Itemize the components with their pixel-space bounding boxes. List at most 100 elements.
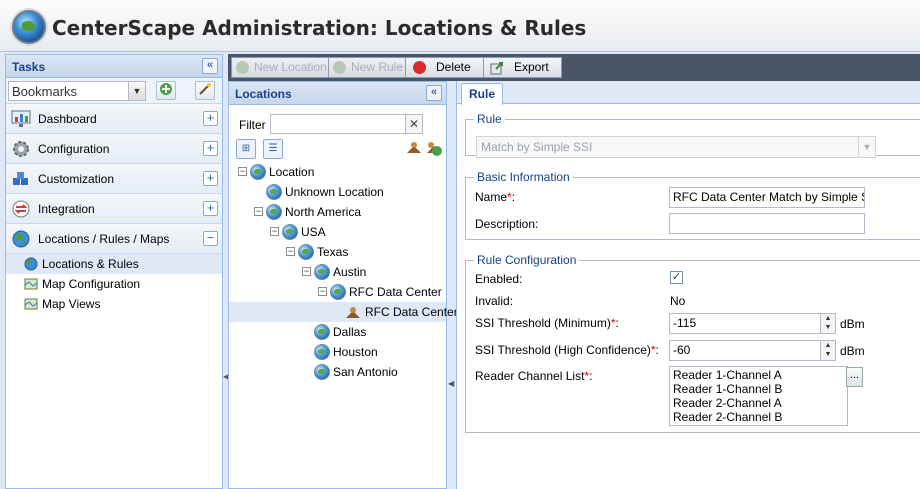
required-marker: * (584, 369, 590, 383)
reader-icon[interactable] (405, 139, 423, 157)
rule-type-value: Match by Simple SSI (481, 140, 593, 154)
list-item[interactable]: Reader 1-Channel A (673, 368, 844, 382)
tab-rule[interactable]: Rule (461, 83, 503, 105)
chevron-left-icon: ◀ (448, 379, 455, 388)
expand-all-button[interactable]: ⊞ (236, 139, 256, 159)
section-customization[interactable]: Customization + (6, 164, 222, 194)
enabled-checkbox[interactable]: ✓ (670, 271, 683, 284)
section-label: Configuration (38, 142, 110, 156)
blocks-icon (13, 172, 28, 185)
collapse-node-icon[interactable]: − (254, 207, 263, 216)
export-button[interactable]: Export (483, 57, 562, 78)
collapse-locations-section-button[interactable]: − (203, 231, 218, 246)
collapse-node-icon[interactable]: − (302, 267, 311, 276)
tree-node-unknown-location[interactable]: Unknown Location (229, 182, 446, 202)
enabled-label: Enabled: (475, 272, 523, 286)
collapse-node-icon[interactable]: − (238, 167, 247, 176)
delete-button[interactable]: Delete (405, 57, 484, 78)
new-location-button[interactable]: New Location (231, 57, 336, 78)
browse-channels-button[interactable]: ... (846, 367, 863, 387)
tree-node-label: Austin (333, 265, 367, 279)
reader-channel-list[interactable]: Reader 1-Channel A Reader 1-Channel B Re… (669, 366, 848, 426)
tree-node-san-antonio[interactable]: San Antonio (229, 362, 446, 382)
expand-integration-button[interactable]: + (203, 201, 218, 216)
wand-icon (199, 83, 211, 95)
nav-locations-rules[interactable]: Locations & Rules (6, 254, 222, 274)
ssi-min-field[interactable]: -115 (669, 313, 825, 334)
tree-node-rfc-data-center-rule[interactable]: RFC Data Center (229, 302, 458, 322)
reader-group-icon[interactable] (425, 139, 443, 157)
tree-node-label: USA (301, 225, 326, 239)
tree-node-label: Texas (317, 245, 349, 259)
ssi-high-label-text: SSI Threshold (High Confidence) (475, 343, 651, 357)
add-icon (160, 83, 172, 95)
collapse-node-icon[interactable]: − (318, 287, 327, 296)
tree-node-rfc-data-center[interactable]: − RFC Data Center (229, 282, 446, 302)
description-field[interactable] (669, 213, 865, 234)
ssi-high-unit: dBm (840, 344, 865, 358)
tree-node-usa[interactable]: − USA (229, 222, 446, 242)
expand-dashboard-button[interactable]: + (203, 111, 218, 126)
ssi-high-label: SSI Threshold (High Confidence)*: (475, 343, 659, 357)
ssi-high-field[interactable]: -60 (669, 340, 825, 361)
globe-icon (314, 364, 330, 380)
section-locations-rules-maps[interactable]: Locations / Rules / Maps − (6, 224, 222, 254)
main-toolbar: New Location New Rule Delete Export (228, 54, 920, 81)
bookmarks-combo[interactable]: Bookmarks ▼ (8, 81, 146, 101)
expand-configuration-button[interactable]: + (203, 141, 218, 156)
middle-splitter[interactable]: ◀ (447, 81, 456, 489)
globe-icon (12, 230, 30, 248)
ssi-high-spinner[interactable]: ▲ ▼ (820, 340, 836, 361)
tree-node-north-america[interactable]: − North America (229, 202, 446, 222)
title-bar: CenterScape Administration: Locations & … (0, 0, 920, 52)
tree-node-label: North America (285, 205, 362, 219)
description-label: Description: (475, 217, 539, 231)
expand-customization-button[interactable]: + (203, 171, 218, 186)
collapse-all-button[interactable]: ☰ (263, 139, 283, 159)
chevron-down-icon[interactable]: ▼ (128, 82, 145, 100)
section-label: Integration (38, 202, 95, 216)
clear-filter-button[interactable]: ✕ (405, 114, 423, 134)
section-label: Locations / Rules / Maps (38, 232, 170, 246)
ssi-min-spinner[interactable]: ▲ ▼ (820, 313, 836, 334)
list-item[interactable]: Reader 1-Channel B (673, 382, 844, 396)
section-label: Dashboard (38, 112, 97, 126)
nav-map-configuration[interactable]: Map Configuration (6, 274, 222, 294)
rule-type-select[interactable]: Match by Simple SSI ▼ (476, 136, 876, 158)
globe-icon (298, 244, 314, 260)
collapse-tasks-button[interactable]: « (202, 58, 218, 74)
section-configuration[interactable]: Configuration + (6, 134, 222, 164)
filter-input[interactable] (270, 114, 406, 134)
tree-node-texas[interactable]: − Texas (229, 242, 446, 262)
tree-node-austin[interactable]: − Austin (229, 262, 446, 282)
nav-label: Map Views (42, 297, 101, 311)
add-icon (236, 61, 249, 74)
required-marker: * (507, 190, 512, 204)
tree-node-houston[interactable]: Houston (229, 342, 446, 362)
add-bookmark-button[interactable] (156, 81, 176, 100)
nav-map-views[interactable]: Map Views (6, 294, 222, 314)
tasks-panel: Tasks « Bookmarks ▼ Dashboard + Configur… (5, 54, 223, 489)
name-field[interactable]: RFC Data Center Match by Simple SSI (669, 187, 865, 208)
new-location-label: New Location (254, 60, 327, 74)
tree-node-label: Unknown Location (285, 185, 384, 199)
edit-bookmark-button[interactable] (195, 81, 215, 100)
new-rule-button[interactable]: New Rule (328, 57, 413, 78)
section-integration[interactable]: Integration + (6, 194, 222, 224)
locations-header: Locations « (229, 82, 446, 105)
add-icon (333, 61, 346, 74)
page-title: CenterScape Administration: Locations & … (52, 16, 587, 40)
list-item[interactable]: Reader 2-Channel B (673, 410, 844, 424)
collapse-node-icon[interactable]: − (286, 247, 295, 256)
collapse-node-icon[interactable]: − (270, 227, 279, 236)
globe-icon (266, 184, 282, 200)
collapse-locations-button[interactable]: « (426, 85, 442, 101)
list-item[interactable]: Reader 2-Channel A (673, 396, 844, 410)
globe-icon (314, 324, 330, 340)
tree-node-dallas[interactable]: Dallas (229, 322, 446, 342)
map-icon (24, 298, 38, 310)
tree-node-location[interactable]: − Location (229, 162, 446, 182)
globe-icon (314, 264, 330, 280)
section-dashboard[interactable]: Dashboard + (6, 104, 222, 134)
rule-reader-icon (346, 307, 360, 318)
